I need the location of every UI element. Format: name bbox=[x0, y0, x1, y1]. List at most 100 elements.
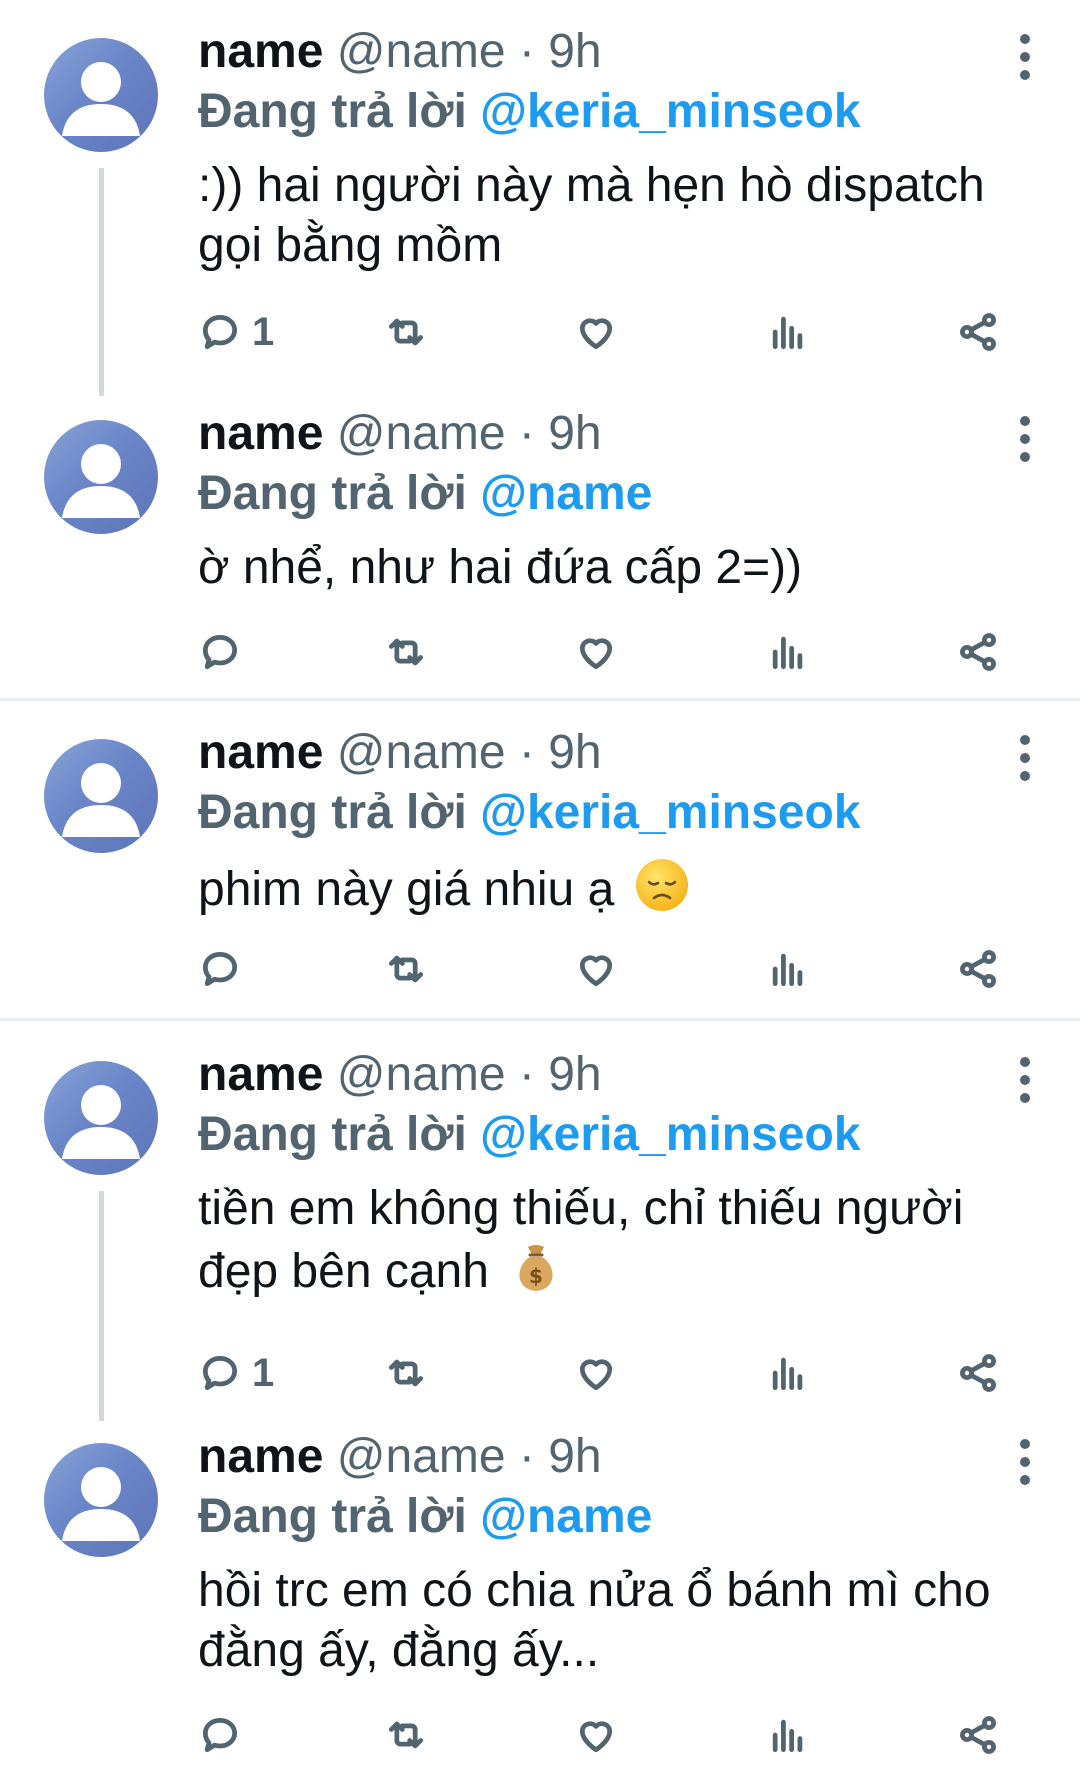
tweet-text-content: :)) hai người này mà hẹn hò dispatch gọi… bbox=[198, 159, 985, 272]
mention-link[interactable]: @keria_minseok bbox=[480, 786, 860, 839]
tweet-actions: 1 bbox=[198, 302, 1018, 362]
share-icon bbox=[960, 1354, 996, 1392]
display-name[interactable]: name bbox=[198, 407, 323, 460]
more-icon[interactable] bbox=[1020, 416, 1032, 470]
tweet-actions bbox=[198, 939, 1018, 999]
avatar[interactable] bbox=[44, 1443, 158, 1557]
mention-link[interactable]: @name bbox=[480, 467, 652, 520]
retweet-button[interactable] bbox=[384, 1343, 428, 1403]
share-button[interactable] bbox=[956, 302, 1000, 362]
retweet-button[interactable] bbox=[384, 939, 428, 999]
display-name[interactable]: name bbox=[198, 25, 323, 78]
tweet-text-content: ờ nhể, như hai đứa cấp 2=)) bbox=[198, 541, 803, 594]
share-button[interactable] bbox=[956, 622, 1000, 682]
share-icon bbox=[960, 1716, 996, 1754]
tweet-text: hồi trc em có chia nửa ổ bánh mì cho đằn… bbox=[198, 1561, 1040, 1681]
tweet-text: tiền em không thiếu, chỉ thiếu người đẹp… bbox=[198, 1179, 1040, 1302]
money-bag-emoji: $ bbox=[519, 1245, 553, 1291]
views-button[interactable] bbox=[766, 1343, 810, 1403]
views-icon bbox=[772, 1719, 803, 1753]
retweet-icon bbox=[388, 955, 424, 983]
share-button[interactable] bbox=[956, 1705, 1000, 1765]
reply-button[interactable] bbox=[198, 1705, 252, 1765]
mention-link[interactable]: @name bbox=[480, 1490, 652, 1543]
tweet-header: name @name · 9h bbox=[198, 1045, 1040, 1105]
like-icon bbox=[579, 318, 613, 350]
disappointed-face-emoji bbox=[635, 859, 688, 911]
like-button[interactable] bbox=[574, 1343, 618, 1403]
user-handle[interactable]: @name bbox=[337, 1430, 506, 1483]
display-name[interactable]: name bbox=[198, 1430, 323, 1483]
share-button[interactable] bbox=[956, 1343, 1000, 1403]
tweet-text: ờ nhể, như hai đứa cấp 2=)) bbox=[198, 538, 1040, 598]
thread-line bbox=[99, 1191, 104, 1421]
user-handle[interactable]: @name bbox=[337, 407, 506, 460]
reply-icon bbox=[202, 634, 238, 670]
mention-link[interactable]: @keria_minseok bbox=[480, 1108, 860, 1161]
separator-dot: · bbox=[518, 407, 535, 460]
reply-button[interactable] bbox=[198, 622, 252, 682]
like-icon bbox=[579, 1721, 613, 1753]
tweet[interactable]: name @name · 9h Đang trả lời @name ờ nhể… bbox=[0, 400, 1080, 698]
separator-dot: · bbox=[518, 1048, 535, 1101]
reply-icon bbox=[202, 314, 238, 350]
retweet-button[interactable] bbox=[384, 622, 428, 682]
share-button[interactable] bbox=[956, 939, 1000, 999]
reply-prefix: Đang trả lời bbox=[198, 1108, 467, 1161]
views-button[interactable] bbox=[766, 939, 810, 999]
reply-prefix: Đang trả lời bbox=[198, 1490, 467, 1543]
display-name[interactable]: name bbox=[198, 1048, 323, 1101]
like-button[interactable] bbox=[574, 622, 618, 682]
like-button[interactable] bbox=[574, 302, 618, 362]
retweet-button[interactable] bbox=[384, 1705, 428, 1765]
views-button[interactable] bbox=[766, 622, 810, 682]
mention-link[interactable]: @keria_minseok bbox=[480, 85, 860, 138]
timestamp[interactable]: 9h bbox=[548, 726, 601, 779]
like-icon bbox=[579, 638, 613, 670]
tweet[interactable]: name @name · 9h Đang trả lời @keria_mins… bbox=[0, 0, 1080, 400]
tweet[interactable]: name @name · 9h Đang trả lời @keria_mins… bbox=[0, 1021, 1080, 1421]
tweet-text-content: tiền em không thiếu, chỉ thiếu người đẹp… bbox=[198, 1182, 964, 1298]
more-icon[interactable] bbox=[1020, 1057, 1032, 1111]
timestamp[interactable]: 9h bbox=[548, 407, 601, 460]
separator-dot: · bbox=[518, 1430, 535, 1483]
reply-count: 1 bbox=[252, 1350, 275, 1395]
views-button[interactable] bbox=[766, 1705, 810, 1765]
avatar[interactable] bbox=[44, 38, 158, 152]
retweet-button[interactable] bbox=[384, 302, 428, 362]
tweet-text-content: phim này giá nhiu ạ bbox=[198, 863, 615, 916]
tweet-header: name @name · 9h bbox=[198, 404, 1040, 464]
avatar-default-icon bbox=[62, 444, 140, 518]
like-button[interactable] bbox=[574, 1705, 618, 1765]
tweet-header: name @name · 9h bbox=[198, 22, 1040, 82]
avatar[interactable] bbox=[44, 420, 158, 534]
avatar-default-icon bbox=[62, 1467, 140, 1541]
timestamp[interactable]: 9h bbox=[548, 1430, 601, 1483]
views-button[interactable] bbox=[766, 302, 810, 362]
like-button[interactable] bbox=[574, 939, 618, 999]
user-handle[interactable]: @name bbox=[337, 1048, 506, 1101]
tweet[interactable]: name @name · 9h Đang trả lời @keria_mins… bbox=[0, 701, 1080, 1018]
views-icon bbox=[772, 636, 803, 670]
avatar[interactable] bbox=[44, 739, 158, 853]
reply-button[interactable] bbox=[198, 939, 252, 999]
tweet[interactable]: name @name · 9h Đang trả lời @name hồi t… bbox=[0, 1421, 1080, 1777]
more-icon[interactable] bbox=[1020, 1439, 1032, 1493]
share-icon bbox=[960, 633, 996, 671]
display-name[interactable]: name bbox=[198, 726, 323, 779]
timestamp[interactable]: 9h bbox=[548, 1048, 601, 1101]
timestamp[interactable]: 9h bbox=[548, 25, 601, 78]
tweet-actions: 1 bbox=[198, 1343, 1018, 1403]
more-icon[interactable] bbox=[1020, 34, 1032, 88]
separator-dot: · bbox=[518, 726, 535, 779]
more-icon[interactable] bbox=[1020, 735, 1032, 789]
views-icon bbox=[772, 953, 803, 987]
reply-button[interactable]: 1 bbox=[198, 1343, 274, 1403]
reply-prefix: Đang trả lời bbox=[198, 467, 467, 520]
replying-to: Đang trả lời @name bbox=[198, 464, 1040, 524]
avatar[interactable] bbox=[44, 1061, 158, 1175]
reply-button[interactable]: 1 bbox=[198, 302, 274, 362]
reply-icon bbox=[202, 1717, 238, 1753]
user-handle[interactable]: @name bbox=[337, 25, 506, 78]
user-handle[interactable]: @name bbox=[337, 726, 506, 779]
